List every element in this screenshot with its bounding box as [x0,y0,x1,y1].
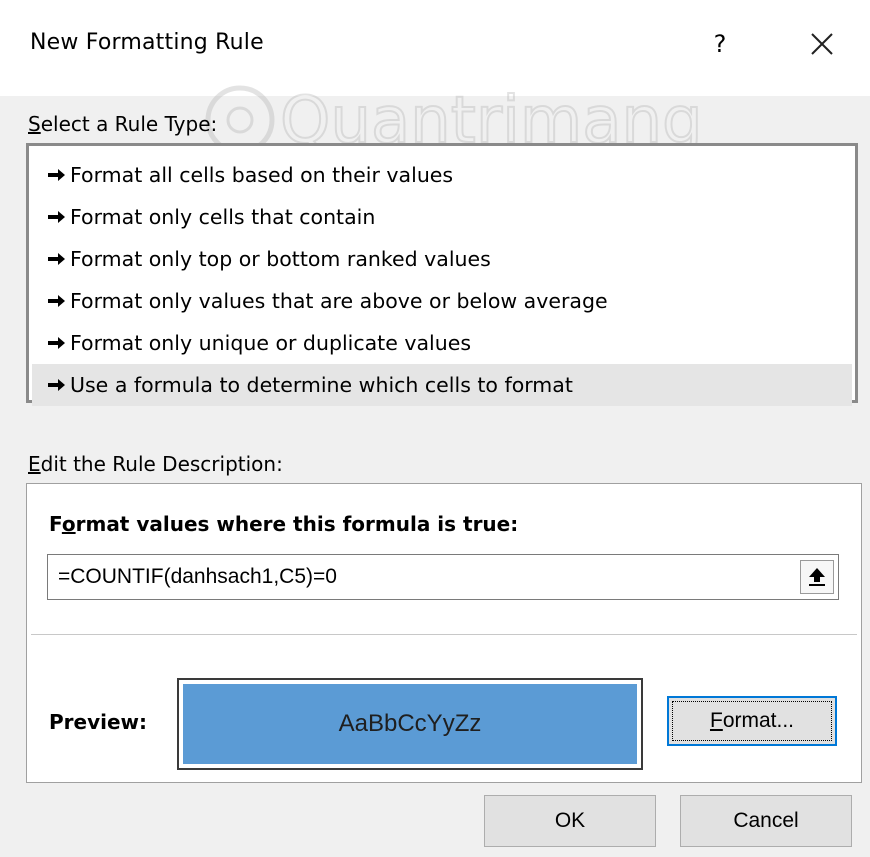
formula-label: Format values where this formula is true… [49,512,519,536]
ok-button[interactable]: OK [484,795,656,847]
formula-value: =COUNTIF(danhsach1,C5)=0 [58,565,337,588]
arrow-right-icon [48,322,70,364]
divider [31,634,857,635]
rule-description-heading: Edit the Rule Description: [28,452,283,476]
arrow-right-icon [48,280,70,322]
formula-input[interactable]: =COUNTIF(danhsach1,C5)=0 [47,554,839,600]
rule-type-item[interactable]: Format only cells that contain [32,196,852,238]
rule-type-item[interactable]: Format only top or bottom ranked values [32,238,852,280]
new-formatting-rule-dialog: New Formatting Rule ? Quantrimang Select… [0,0,870,857]
close-button[interactable] [800,22,844,66]
rule-description-panel: Format values where this formula is true… [26,483,862,783]
rule-type-list[interactable]: Format all cells based on their values F… [26,143,858,406]
preview-sample-text: AaBbCcYyZz [183,684,637,764]
rule-type-item[interactable]: Format all cells based on their values [32,154,852,196]
arrow-right-icon [48,154,70,196]
format-button-label: Format... [672,701,832,741]
close-icon [811,33,833,55]
title-bar: New Formatting Rule ? [0,0,870,96]
cancel-button[interactable]: Cancel [680,795,852,847]
rule-type-heading: Select a Rule Type: [28,112,218,136]
arrow-right-icon [48,364,70,406]
arrow-right-icon [48,196,70,238]
dialog-title: New Formatting Rule [30,30,264,55]
upload-arrow-icon [809,568,825,586]
arrow-right-icon [48,238,70,280]
format-button[interactable]: Format... [667,696,837,746]
help-button[interactable]: ? [700,22,740,66]
collapse-dialog-button[interactable] [800,560,834,594]
rule-type-item[interactable]: Format only values that are above or bel… [32,280,852,322]
preview-label: Preview: [49,710,148,734]
rule-type-item[interactable]: Format only unique or duplicate values [32,322,852,364]
rule-type-item-selected[interactable]: Use a formula to determine which cells t… [32,364,852,406]
preview-box: AaBbCcYyZz [177,678,643,770]
